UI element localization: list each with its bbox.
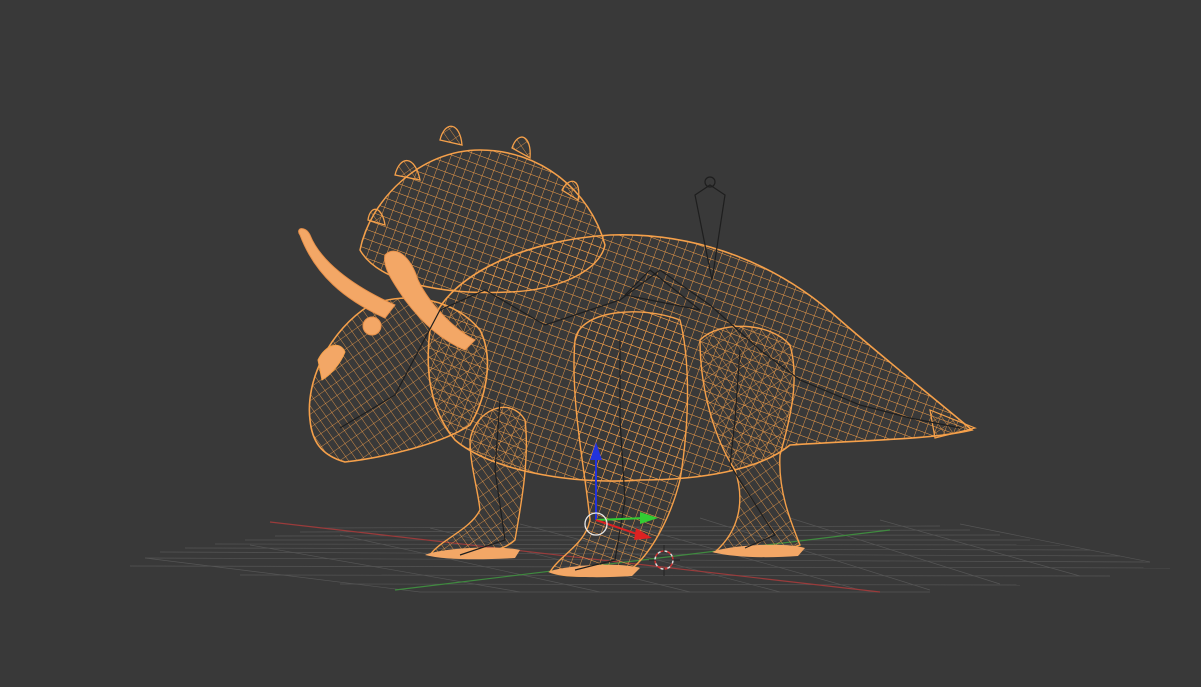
- 3d-viewport[interactable]: [0, 0, 1201, 687]
- eye: [362, 316, 382, 336]
- 3d-cursor-icon[interactable]: [649, 545, 680, 576]
- triceratops-mesh[interactable]: [298, 125, 977, 578]
- viewport-canvas[interactable]: [0, 0, 1201, 687]
